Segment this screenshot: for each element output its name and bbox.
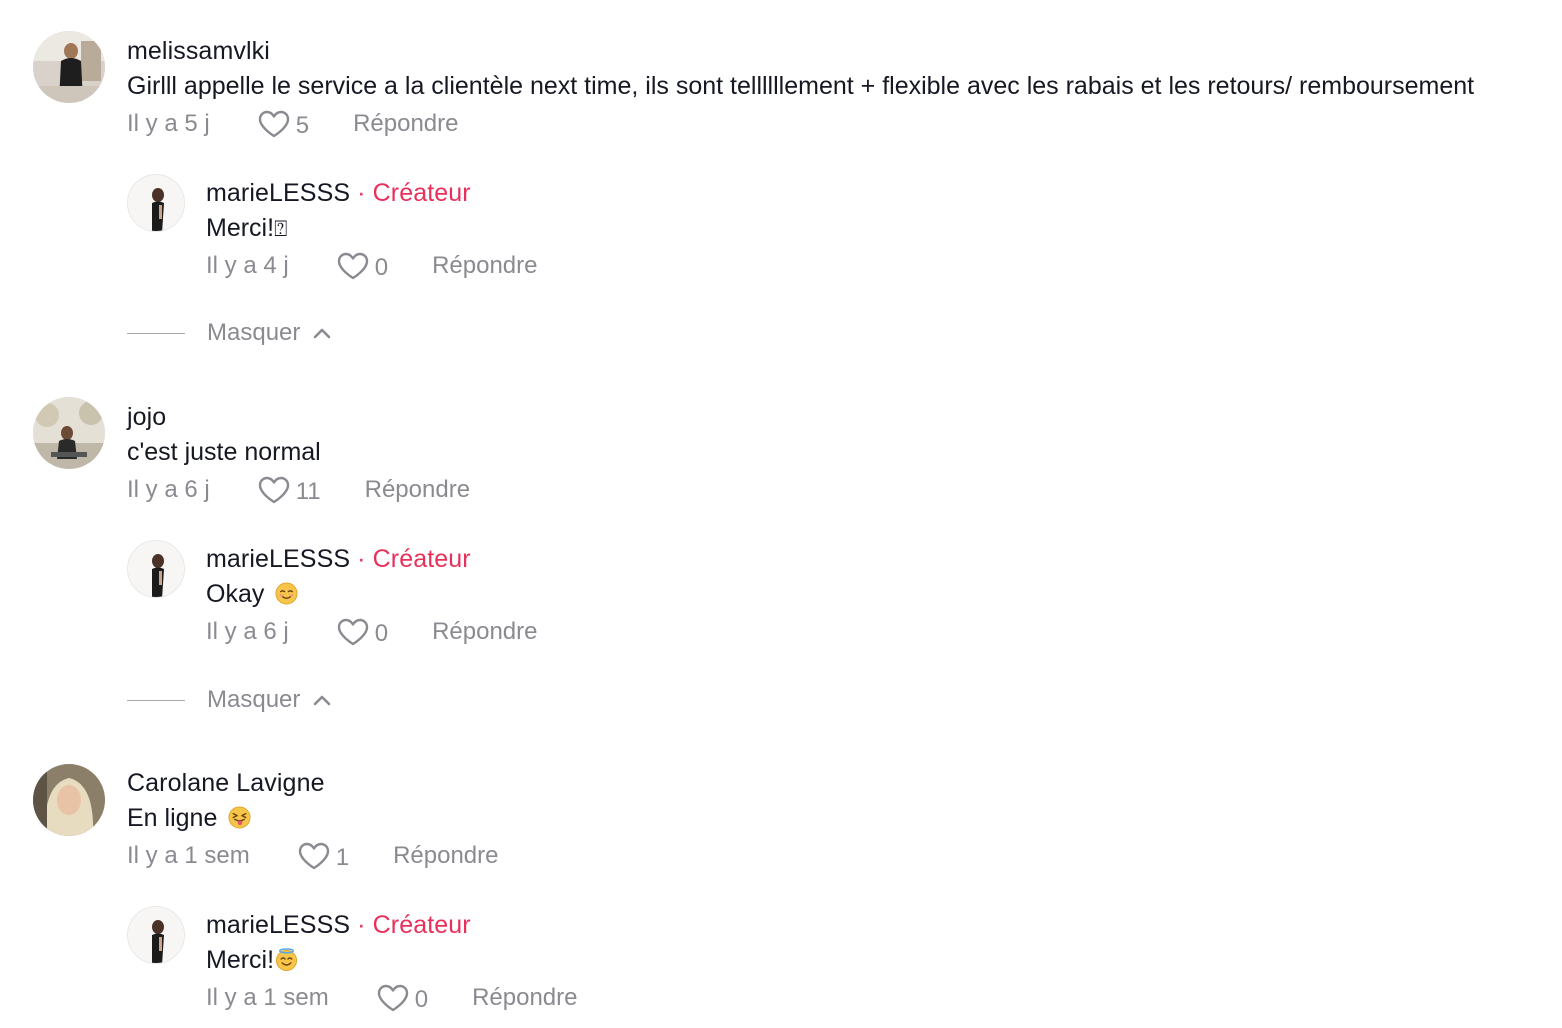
like-button[interactable]: 0 xyxy=(377,982,428,1014)
avatar[interactable] xyxy=(127,540,185,598)
username[interactable]: marieLESSS · Créateur xyxy=(206,545,471,574)
timestamp: Il y a 4 j xyxy=(206,252,289,279)
like-button[interactable]: 11 xyxy=(258,474,321,506)
comment-meta: Il y a 4 j 0 Répondre xyxy=(206,250,537,282)
heart-icon xyxy=(298,842,330,870)
like-button[interactable]: 0 xyxy=(337,616,388,648)
like-count: 5 xyxy=(295,112,310,139)
like-button[interactable]: 0 xyxy=(337,250,388,282)
timestamp: Il y a 6 j xyxy=(206,618,289,645)
hide-label: Masquer xyxy=(207,319,301,346)
avatar[interactable] xyxy=(127,174,185,232)
avatar[interactable] xyxy=(127,906,185,964)
timestamp: Il y a 6 j xyxy=(127,476,210,503)
creator-badge: · Créateur xyxy=(357,911,471,939)
like-count: 0 xyxy=(374,620,389,647)
comment-text: Girlll appelle le service a la clientèle… xyxy=(127,72,1475,100)
hide-label: Masquer xyxy=(207,686,301,713)
chevron-up-icon xyxy=(312,686,332,714)
username[interactable]: marieLESSS · Créateur xyxy=(206,179,471,208)
comment-body: En ligne xyxy=(127,804,218,832)
comment-meta: Il y a 1 sem 0 Répondre xyxy=(206,982,578,1014)
like-button[interactable]: 1 xyxy=(298,840,349,872)
divider-line xyxy=(127,332,185,334)
reply-username[interactable]: marieLESSS xyxy=(206,545,350,573)
comment-meta: Il y a 6 j 0 Répondre xyxy=(206,616,537,648)
heart-icon xyxy=(258,110,290,138)
timestamp: Il y a 5 j xyxy=(127,110,210,137)
reply-text: Merci! xyxy=(206,946,275,974)
relieved-smile-emoji-icon xyxy=(275,582,298,605)
reply-button[interactable]: Répondre xyxy=(353,110,458,138)
heart-icon xyxy=(258,476,290,504)
reply-button[interactable]: Répondre xyxy=(472,984,577,1012)
halo-smile-emoji-icon xyxy=(275,948,298,971)
avatar[interactable] xyxy=(33,764,105,836)
reply-text: Merci! xyxy=(206,214,275,242)
creator-badge: · Créateur xyxy=(357,179,471,207)
username[interactable]: marieLESSS · Créateur xyxy=(206,911,471,940)
reply-button[interactable]: Répondre xyxy=(393,842,498,870)
reply-button[interactable]: Répondre xyxy=(432,252,537,280)
chevron-up-icon xyxy=(312,319,332,347)
like-count: 0 xyxy=(374,254,389,281)
like-count: 1 xyxy=(335,844,350,871)
comment-text: Merci!⍰ xyxy=(206,214,287,243)
comment-meta: Il y a 5 j 5 Répondre xyxy=(127,108,458,140)
heart-icon xyxy=(337,618,369,646)
comment-meta: Il y a 6 j 11 Répondre xyxy=(127,474,470,506)
comment-text: Okay xyxy=(206,580,298,609)
comment-text: Merci! xyxy=(206,946,298,975)
hide-replies-button[interactable]: Masquer xyxy=(127,686,332,714)
reply-username[interactable]: marieLESSS xyxy=(206,911,350,939)
comment-text: c'est juste normal xyxy=(127,438,321,466)
timestamp: Il y a 1 sem xyxy=(127,842,250,869)
username[interactable]: melissamvlki xyxy=(127,37,270,66)
heart-icon xyxy=(377,984,409,1012)
creator-badge: · Créateur xyxy=(357,545,471,573)
avatar[interactable] xyxy=(33,397,105,469)
divider-line xyxy=(127,699,185,701)
reply-button[interactable]: Répondre xyxy=(365,476,470,504)
username[interactable]: jojo xyxy=(127,403,166,432)
like-count: 0 xyxy=(414,986,429,1013)
heart-icon xyxy=(337,252,369,280)
like-count: 11 xyxy=(295,478,321,505)
like-button[interactable]: 5 xyxy=(258,108,309,140)
comment-meta: Il y a 1 sem 1 Répondre xyxy=(127,840,499,872)
reply-text: Okay xyxy=(206,580,265,608)
reply-button[interactable]: Répondre xyxy=(432,618,537,646)
comment-text: En ligne xyxy=(127,804,251,833)
username[interactable]: Carolane Lavigne xyxy=(127,769,325,798)
avatar[interactable] xyxy=(33,31,105,103)
hide-replies-button[interactable]: Masquer xyxy=(127,319,332,347)
timestamp: Il y a 1 sem xyxy=(206,984,329,1011)
reply-username[interactable]: marieLESSS xyxy=(206,179,350,207)
missing-glyph: ⍰ xyxy=(274,216,288,241)
tongue-out-emoji-icon xyxy=(228,806,251,829)
